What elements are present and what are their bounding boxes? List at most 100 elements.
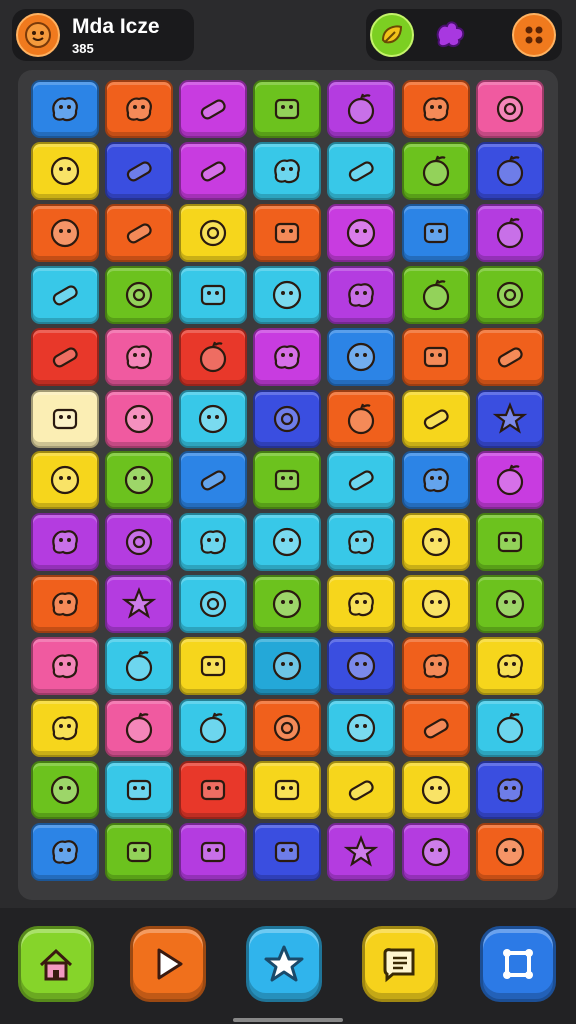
game-tile[interactable] [105, 389, 174, 448]
game-tile[interactable] [475, 265, 544, 324]
game-tile[interactable] [31, 451, 99, 510]
game-tile[interactable] [31, 760, 99, 819]
settings-button[interactable] [480, 926, 556, 1002]
game-tile[interactable] [401, 822, 470, 881]
game-tile[interactable] [253, 389, 322, 448]
game-tile[interactable] [253, 80, 322, 138]
game-tile[interactable] [401, 80, 470, 138]
game-tile[interactable] [31, 203, 99, 262]
game-tile[interactable] [253, 822, 322, 881]
home-button[interactable] [18, 926, 94, 1002]
game-tile[interactable] [475, 141, 544, 200]
game-tile[interactable] [327, 699, 396, 757]
game-tile[interactable] [179, 327, 248, 386]
game-tile[interactable] [253, 760, 322, 819]
game-tile[interactable] [31, 80, 99, 138]
game-tile[interactable] [401, 203, 470, 262]
game-tile[interactable] [31, 699, 99, 757]
game-tile[interactable] [105, 637, 174, 696]
game-tile[interactable] [475, 451, 544, 510]
game-tile[interactable] [327, 760, 396, 819]
game-tile[interactable] [105, 327, 174, 386]
game-tile[interactable] [179, 80, 248, 138]
game-tile[interactable] [475, 513, 544, 572]
game-tile[interactable] [327, 513, 396, 572]
game-tile[interactable] [475, 389, 544, 448]
game-tile[interactable] [253, 513, 322, 572]
leaf-button[interactable] [370, 13, 414, 57]
game-tile[interactable] [253, 265, 322, 324]
game-tile[interactable] [327, 141, 396, 200]
game-tile[interactable] [327, 203, 396, 262]
game-tile[interactable] [31, 265, 99, 324]
game-tile[interactable] [475, 80, 544, 138]
game-tile[interactable] [401, 265, 470, 324]
game-tile[interactable] [179, 141, 248, 200]
menu-button[interactable] [512, 13, 556, 57]
game-tile[interactable] [105, 203, 174, 262]
game-tile[interactable] [179, 575, 248, 634]
game-tile[interactable] [179, 760, 248, 819]
game-tile[interactable] [401, 699, 470, 757]
game-tile[interactable] [179, 513, 248, 572]
game-tile[interactable] [31, 513, 99, 572]
game-tile[interactable] [105, 575, 174, 634]
game-tile[interactable] [31, 327, 99, 386]
game-tile[interactable] [401, 760, 470, 819]
game-tile[interactable] [475, 327, 544, 386]
game-tile[interactable] [105, 80, 174, 138]
game-tile[interactable] [31, 389, 99, 448]
game-tile[interactable] [105, 265, 174, 324]
game-tile[interactable] [31, 575, 99, 634]
game-tile[interactable] [401, 327, 470, 386]
game-tile[interactable] [31, 637, 99, 696]
game-tile[interactable] [475, 699, 544, 757]
game-tile[interactable] [105, 451, 174, 510]
game-tile[interactable] [253, 575, 322, 634]
game-tile[interactable] [327, 575, 396, 634]
game-tile[interactable] [253, 637, 322, 696]
game-tile[interactable] [179, 637, 248, 696]
profile-panel[interactable]: Mda Icze 385 [12, 9, 194, 61]
game-tile[interactable] [105, 513, 174, 572]
game-tile[interactable] [179, 451, 248, 510]
game-tile[interactable] [327, 822, 396, 881]
game-tile[interactable] [401, 513, 470, 572]
game-tile[interactable] [31, 141, 99, 200]
game-tile[interactable] [105, 141, 174, 200]
game-tile[interactable] [327, 265, 396, 324]
game-tile[interactable] [475, 203, 544, 262]
game-tile[interactable] [179, 699, 248, 757]
game-tile[interactable] [327, 389, 396, 448]
game-tile[interactable] [105, 699, 174, 757]
game-tile[interactable] [105, 760, 174, 819]
game-tile[interactable] [31, 822, 99, 881]
game-tile[interactable] [401, 389, 470, 448]
game-tile[interactable] [475, 637, 544, 696]
game-tile[interactable] [253, 203, 322, 262]
game-tile[interactable] [475, 822, 544, 881]
game-tile[interactable] [253, 141, 322, 200]
game-tile[interactable] [475, 575, 544, 634]
game-tile[interactable] [253, 451, 322, 510]
messages-button[interactable] [362, 926, 438, 1002]
game-tile[interactable] [401, 637, 470, 696]
game-tile[interactable] [327, 80, 396, 138]
game-tile[interactable] [475, 760, 544, 819]
game-tile[interactable] [327, 637, 396, 696]
play-button[interactable] [130, 926, 206, 1002]
game-tile[interactable] [253, 327, 322, 386]
game-tile[interactable] [401, 141, 470, 200]
game-tile[interactable] [401, 451, 470, 510]
game-tile[interactable] [253, 699, 322, 757]
game-tile[interactable] [179, 265, 248, 324]
star-button[interactable] [246, 926, 322, 1002]
game-tile[interactable] [401, 575, 470, 634]
game-tile[interactable] [179, 822, 248, 881]
game-tile[interactable] [105, 822, 174, 881]
game-tile[interactable] [327, 327, 396, 386]
avatar[interactable] [16, 13, 60, 57]
creature-button[interactable] [428, 13, 472, 57]
game-tile[interactable] [179, 203, 248, 262]
game-tile[interactable] [179, 389, 248, 448]
